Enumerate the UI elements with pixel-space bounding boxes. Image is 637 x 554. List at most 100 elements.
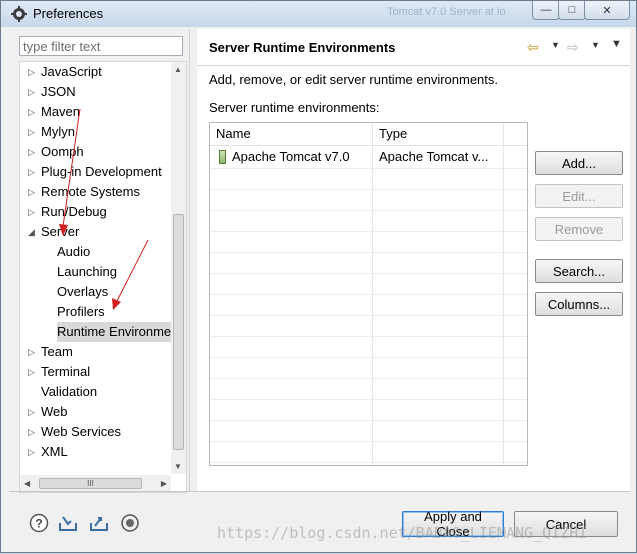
- tree-item-label: Audio: [57, 244, 91, 259]
- expand-arrow-icon[interactable]: ▷: [28, 182, 35, 202]
- tree-item-remote-systems[interactable]: ▷ Remote Systems: [20, 182, 176, 202]
- back-history-dropdown-icon[interactable]: ▼: [551, 40, 560, 50]
- table-row-line: [210, 336, 527, 337]
- tree-item-javascript[interactable]: ▷ JavaScript: [20, 62, 176, 82]
- edit-button[interactable]: Edit...: [535, 184, 623, 208]
- expand-arrow-icon[interactable]: ▷: [28, 82, 35, 102]
- expand-arrow-icon[interactable]: ▷: [28, 122, 35, 142]
- tree-item-label: Overlays: [57, 284, 109, 299]
- tree-item-launching[interactable]: Launching: [20, 262, 176, 282]
- back-arrow-icon[interactable]: ⇦: [527, 39, 539, 56]
- tree-item-xml[interactable]: ▷ XML: [20, 442, 176, 462]
- expand-arrow-icon[interactable]: ▷: [28, 62, 35, 82]
- tree-item-maven[interactable]: ▷ Maven: [20, 102, 176, 122]
- tree-item-overlays[interactable]: Overlays: [20, 282, 176, 302]
- expand-arrow-icon[interactable]: ▷: [28, 422, 35, 442]
- tree-item-label: Oomph: [41, 144, 84, 159]
- table-row-line: [210, 378, 527, 379]
- expand-arrow-icon[interactable]: ▷: [28, 342, 35, 362]
- tree-item-profilers[interactable]: Profilers: [20, 302, 176, 322]
- filter-input[interactable]: [19, 36, 183, 56]
- import-preferences-icon[interactable]: [58, 513, 78, 533]
- table-row-line: [210, 420, 527, 421]
- tree-item-plug-in-development[interactable]: ▷ Plug-in Development: [20, 162, 176, 182]
- table-cell-name[interactable]: Apache Tomcat v7.0: [232, 146, 370, 168]
- tree-item-json[interactable]: ▷ JSON: [20, 82, 176, 102]
- columns-button[interactable]: Columns...: [535, 292, 623, 316]
- expand-arrow-icon[interactable]: ▷: [28, 362, 35, 382]
- table-row-line: [210, 210, 527, 211]
- close-button[interactable]: ✕: [584, 1, 630, 20]
- tree-horizontal-scrollbar[interactable]: ◀ III ▶: [20, 475, 171, 492]
- tree-item-label: JavaScript: [41, 64, 102, 79]
- scroll-left-icon[interactable]: ◀: [24, 479, 30, 488]
- footer-separator: [9, 491, 630, 492]
- table-row-line: [210, 189, 527, 190]
- tree-item-web[interactable]: ▷ Web: [20, 402, 176, 422]
- help-icon[interactable]: ?: [29, 513, 49, 533]
- search-button[interactable]: Search...: [535, 259, 623, 283]
- tree-item-label: Launching: [57, 264, 117, 279]
- tree-item-oomph[interactable]: ▷ Oomph: [20, 142, 176, 162]
- tree-item-label: Runtime Environments: [57, 322, 176, 342]
- tree-item-label: Web Services: [41, 424, 121, 439]
- remove-button[interactable]: Remove: [535, 217, 623, 241]
- title-bar: Preferences Tomcat v7.0 Server at lo — □…: [1, 1, 636, 27]
- preferences-window: Preferences Tomcat v7.0 Server at lo — □…: [0, 0, 637, 553]
- column-header-type[interactable]: Type: [373, 123, 503, 145]
- expand-arrow-icon[interactable]: ▷: [28, 202, 35, 222]
- forward-arrow-icon[interactable]: ⇨: [567, 39, 579, 56]
- runtime-environments-table[interactable]: Name Type Apache Tomcat v7.0 Apache Tomc…: [209, 122, 528, 466]
- record-icon[interactable]: [120, 513, 140, 533]
- tree-item-label: Profilers: [57, 304, 105, 319]
- tree-item-run-debug[interactable]: ▷ Run/Debug: [20, 202, 176, 222]
- column-header-name[interactable]: Name: [210, 123, 372, 145]
- table-row-line: [210, 273, 527, 274]
- expand-arrow-icon[interactable]: ▷: [28, 142, 35, 162]
- tree-item-team[interactable]: ▷ Team: [20, 342, 176, 362]
- server-runtime-icon: [219, 150, 226, 164]
- tree-item-mylyn[interactable]: ▷ Mylyn: [20, 122, 176, 142]
- tree-vertical-scroll-thumb[interactable]: [173, 214, 184, 450]
- svg-text:?: ?: [35, 517, 42, 531]
- table-row-line: [210, 441, 527, 442]
- tree-item-runtime-environments[interactable]: Runtime Environments: [20, 322, 176, 342]
- expand-arrow-icon[interactable]: ▷: [28, 402, 35, 422]
- page-header: Server Runtime Environments ⇦ ▼ ⇨ ▼ ▼: [197, 29, 630, 66]
- tree-item-label: Server: [41, 224, 80, 239]
- table-header: Name Type: [210, 123, 527, 146]
- view-menu-icon[interactable]: ▼: [611, 38, 622, 50]
- scroll-down-icon[interactable]: ▼: [174, 462, 182, 471]
- preference-tree[interactable]: ▷ XML ▷ Web Services ▷ Web Validation ▷ Terminal…: [19, 61, 187, 493]
- tree-vertical-scrollbar[interactable]: ▲ ▼: [171, 62, 186, 474]
- tree-item-label: Plug-in Development: [41, 164, 162, 179]
- maximize-button[interactable]: □: [558, 1, 586, 20]
- runtime-list-label: Server runtime environments:: [209, 100, 380, 115]
- preferences-app-icon: [11, 6, 27, 22]
- minimize-button[interactable]: —: [532, 1, 560, 20]
- add-button[interactable]: Add...: [535, 151, 623, 175]
- expand-arrow-icon[interactable]: ▷: [28, 162, 35, 182]
- expand-arrow-icon[interactable]: ▷: [28, 442, 35, 462]
- scroll-up-icon[interactable]: ▲: [174, 65, 182, 74]
- watermark: https://blog.csdn.net/BABAO_LIEMANG_QIZH…: [217, 524, 588, 542]
- tree-item-label: Mylyn: [41, 124, 75, 139]
- tree-item-label: Run/Debug: [41, 204, 107, 219]
- table-row-line: [210, 399, 527, 400]
- expand-arrow-icon[interactable]: ▷: [28, 102, 35, 122]
- tree-item-terminal[interactable]: ▷ Terminal: [20, 362, 176, 382]
- forward-history-dropdown-icon[interactable]: ▼: [591, 40, 600, 50]
- tree-item-label: Team: [41, 344, 73, 359]
- tree-item-web-services[interactable]: ▷ Web Services: [20, 422, 176, 442]
- table-cell-type[interactable]: Apache Tomcat v...: [379, 146, 501, 168]
- export-preferences-icon[interactable]: [89, 513, 109, 533]
- scroll-right-icon[interactable]: ▶: [161, 479, 167, 488]
- tree-horizontal-scroll-thumb[interactable]: III: [39, 478, 142, 489]
- tree-item-server[interactable]: ◢ Server: [20, 222, 176, 242]
- table-row-line: [210, 252, 527, 253]
- background-tab-label: Tomcat v7.0 Server at lo: [387, 6, 506, 18]
- tree-item-validation[interactable]: Validation: [20, 382, 176, 402]
- collapse-arrow-icon[interactable]: ◢: [28, 222, 35, 242]
- pane-divider[interactable]: [189, 29, 190, 491]
- tree-item-audio[interactable]: Audio: [20, 242, 176, 262]
